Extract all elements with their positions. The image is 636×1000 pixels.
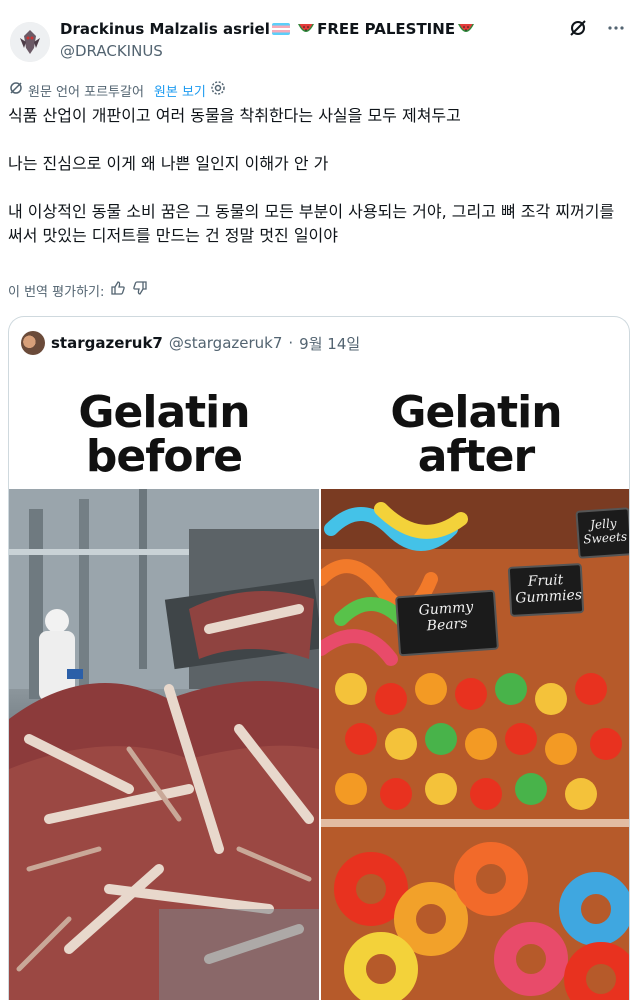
quoted-tweet-header: stargazeruk7 @stargazeruk7 · 9월 14일 xyxy=(21,331,360,355)
before-title-line1: Gelatin xyxy=(78,387,250,438)
before-panel: Gelatin before xyxy=(9,371,319,1000)
translation-label: 원문 언어 포르투갈어 xyxy=(28,84,144,100)
display-name-text: Drackinus Malzalis asriel xyxy=(60,20,270,38)
quoted-author-avatar[interactable] xyxy=(21,331,45,355)
quoted-tweet-date[interactable]: 9월 14일 xyxy=(299,333,360,354)
translation-bar: 원문 언어 포르투갈어 원본 보기 xyxy=(8,80,226,100)
gummy-candy-photo: Gummy Bears Fruit Gummies Jelly Sweets xyxy=(321,489,629,1000)
tweet-paragraph: 식품 산업이 개판이고 여러 동물을 착취한다는 사실을 모두 제쳐두고 xyxy=(8,106,461,125)
quoted-author-name[interactable]: stargazeruk7 xyxy=(51,334,163,352)
after-title-line2: after xyxy=(417,431,535,482)
thumb-down-icon[interactable] xyxy=(132,280,148,300)
translate-icon xyxy=(8,80,24,100)
after-title-line1: Gelatin xyxy=(390,387,562,438)
trans-flag-icon xyxy=(271,23,290,35)
tweet-text: 식품 산업이 개판이고 여러 동물을 착취한다는 사실을 모두 제쳐두고 나는 … xyxy=(8,104,628,272)
author-avatar[interactable] xyxy=(10,22,50,62)
before-title-line2: before xyxy=(85,431,243,482)
display-name-suffix: FREE PALESTINE xyxy=(317,20,456,38)
fruit-gummies-sign: Fruit Gummies xyxy=(507,563,585,617)
rate-label: 이 번역 평가하기: xyxy=(8,284,105,300)
meta-separator: · xyxy=(288,334,294,352)
header-actions xyxy=(568,18,626,38)
jelly-sweets-sign-line2: Sweets xyxy=(582,529,628,547)
watermelon-icon xyxy=(458,24,475,32)
jelly-sweets-sign: Jelly Sweets xyxy=(575,507,629,559)
quoted-tweet-image[interactable]: Gelatin before Gelatin after Gummy Bears… xyxy=(9,371,629,1000)
fruit-gummies-sign-line2: Gummies xyxy=(514,587,583,607)
watermelon-icon xyxy=(298,24,315,32)
tweet-paragraph: 나는 진심으로 이게 왜 나쁜 일인지 이해가 안 가 xyxy=(8,154,329,173)
show-original-link[interactable]: 원본 보기 xyxy=(154,81,206,100)
tweet-paragraph: 내 이상적인 동물 소비 꿈은 그 동물의 모든 부분이 사용되는 거야, 그리… xyxy=(8,202,620,245)
before-title: Gelatin before xyxy=(9,371,319,489)
gear-icon[interactable] xyxy=(210,80,226,100)
after-title: Gelatin after xyxy=(321,371,629,489)
quoted-author-handle[interactable]: @stargazeruk7 xyxy=(169,334,283,352)
thumb-up-icon[interactable] xyxy=(110,280,126,300)
after-panel: Gelatin after Gummy Bears Fruit Gummies … xyxy=(321,371,629,1000)
author-display-name[interactable]: Drackinus Malzalis asriel FREE PALESTINE xyxy=(60,20,477,38)
tweet-header: Drackinus Malzalis asriel FREE PALESTINE… xyxy=(0,0,636,70)
grok-icon[interactable] xyxy=(568,18,588,38)
rate-translation: 이 번역 평가하기: xyxy=(8,280,148,300)
bone-scraps-photo xyxy=(9,489,319,1000)
more-icon[interactable] xyxy=(606,18,626,38)
quoted-tweet[interactable]: stargazeruk7 @stargazeruk7 · 9월 14일 Gela… xyxy=(8,316,630,1000)
author-handle[interactable]: @DRACKINUS xyxy=(60,42,163,60)
gummy-bears-sign: Gummy Bears xyxy=(395,589,499,657)
